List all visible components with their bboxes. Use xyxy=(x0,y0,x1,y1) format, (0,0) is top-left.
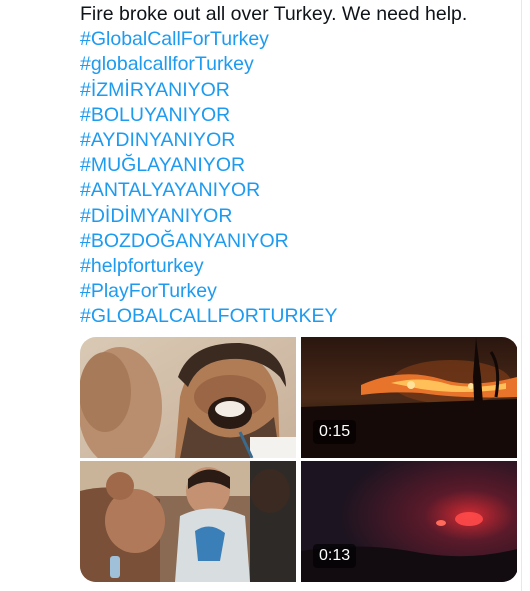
timeline-border xyxy=(521,0,522,591)
video-fire-night[interactable]: 0:15 xyxy=(301,337,517,458)
hashtag-link[interactable]: #BOZDOĞANYANIYOR xyxy=(80,229,510,254)
hashtag-link[interactable]: #DİDİMYANIYOR xyxy=(80,204,510,229)
media-grid: 0:15 0:13 xyxy=(80,337,518,582)
video-duration-badge: 0:15 xyxy=(313,420,357,444)
photo-image xyxy=(80,337,296,458)
hashtag-link[interactable]: #İZMİRYANIYOR xyxy=(80,78,510,103)
tweet-body: Fire broke out all over Turkey. We need … xyxy=(80,2,510,330)
hashtag-link[interactable]: #GlobalCallForTurkey xyxy=(80,27,510,52)
photo-image xyxy=(80,461,296,582)
hashtag-link[interactable]: #PlayForTurkey xyxy=(80,279,510,304)
tweet-text: Fire broke out all over Turkey. We need … xyxy=(80,3,468,25)
hashtag-link[interactable]: #BOLUYANIYOR xyxy=(80,103,510,128)
video-duration-badge: 0:13 xyxy=(313,544,357,568)
hashtag-link[interactable]: #AYDINYANIYOR xyxy=(80,128,510,153)
video-fire-glow[interactable]: 0:13 xyxy=(301,461,517,582)
hashtag-link[interactable]: #GLOBALCALLFORTURKEY xyxy=(80,304,510,329)
hashtag-link[interactable]: #globalcallforTurkey xyxy=(80,52,510,77)
photo-man-shouting[interactable] xyxy=(80,337,296,458)
photo-people-helping[interactable] xyxy=(80,461,296,582)
hashtag-link[interactable]: #helpforturkey xyxy=(80,254,510,279)
hashtag-link[interactable]: #ANTALYAYANIYOR xyxy=(80,178,510,203)
hashtag-link[interactable]: #MUĞLAYANIYOR xyxy=(80,153,510,178)
